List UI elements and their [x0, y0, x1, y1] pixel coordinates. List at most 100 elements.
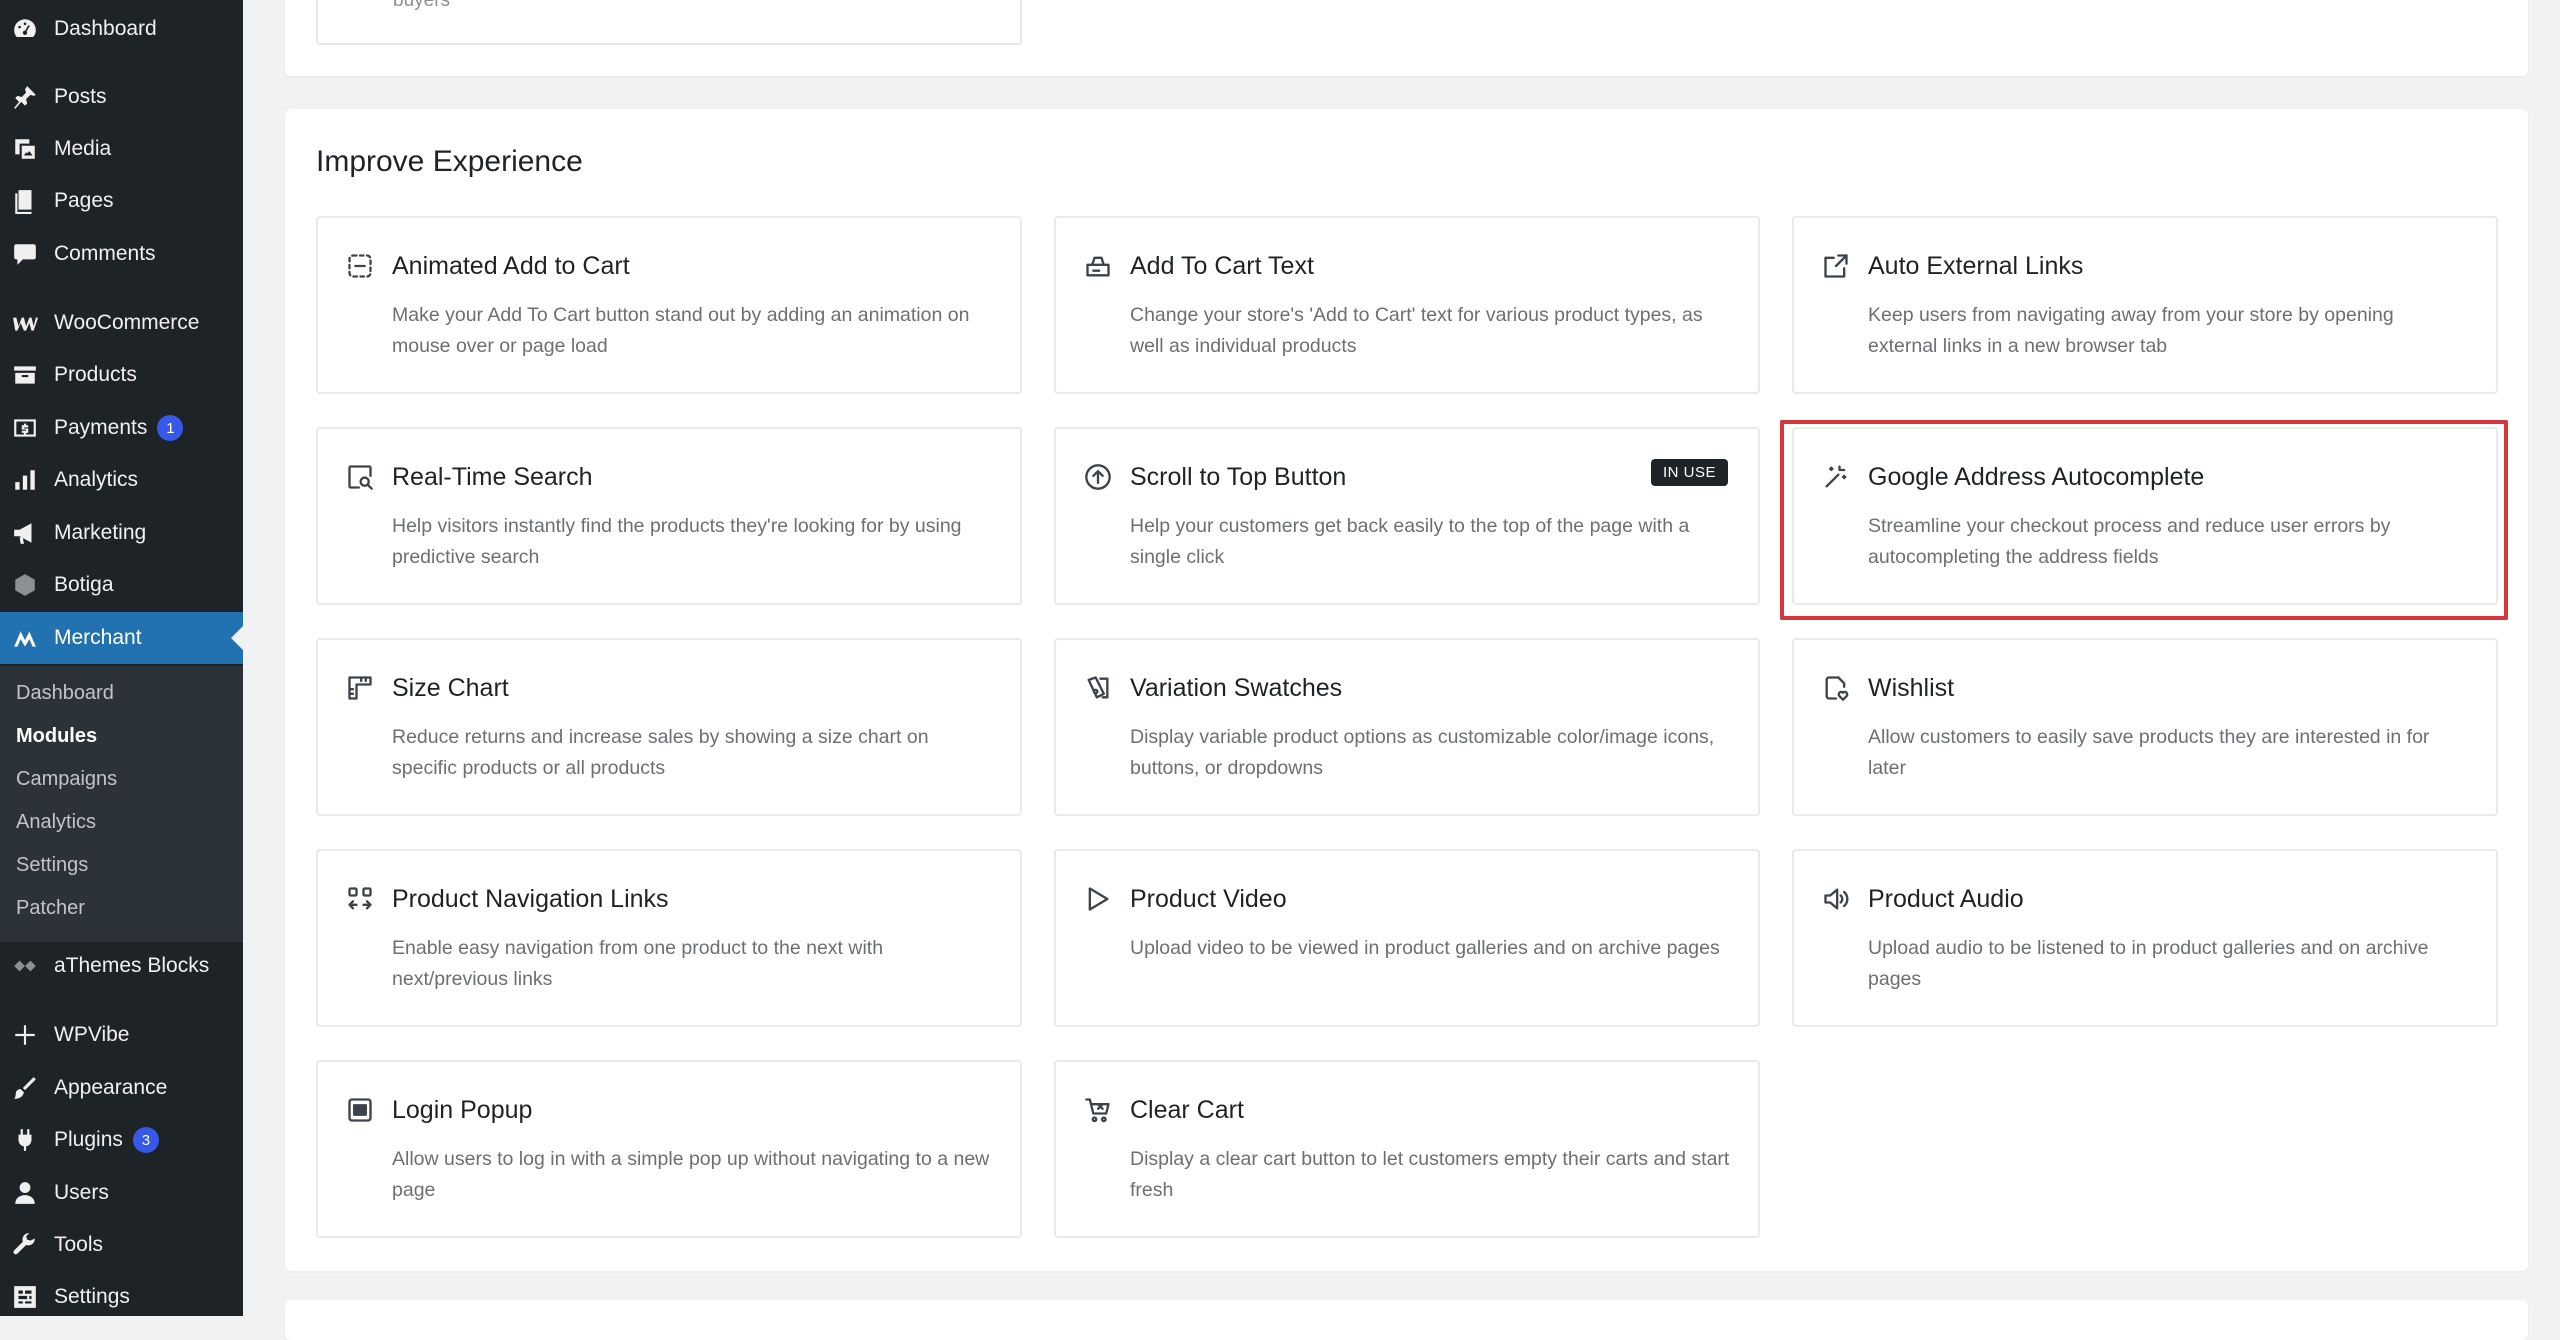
comments-icon [12, 241, 38, 267]
module-card-size-chart[interactable]: Size Chart Reduce returns and increase s… [316, 638, 1022, 816]
module-card-wishlist[interactable]: Wishlist Allow customers to easily save … [1792, 638, 2498, 816]
menu-analytics[interactable]: Analytics [0, 454, 243, 506]
card-description: Upload video to be viewed in product gal… [1130, 937, 1720, 959]
payments-icon [12, 415, 38, 441]
module-card-add-to-cart-text[interactable]: Add To Cart Text Change your store's 'Ad… [1054, 216, 1760, 394]
module-card-login-popup[interactable]: Login Popup Allow users to log in with a… [316, 1060, 1022, 1238]
menu-label: Dashboard [54, 17, 157, 40]
module-card-variation-swatches[interactable]: Variation Swatches Display variable prod… [1054, 638, 1760, 816]
menu-tools[interactable]: Tools [0, 1219, 243, 1271]
module-card-product-video[interactable]: Product Video Upload video to be viewed … [1054, 849, 1760, 1027]
update-count-badge: 3 [132, 1127, 159, 1153]
submenu-settings[interactable]: Settings [16, 854, 88, 877]
menu-dashboard[interactable]: Dashboard [0, 3, 243, 55]
menu-label: Plugins [54, 1128, 123, 1151]
card-title: Real-Time Search [392, 463, 593, 491]
card-description: buyers [393, 0, 451, 11]
submenu-campaigns[interactable]: Campaigns [16, 768, 117, 791]
card-description: Help visitors instantly find the product… [392, 515, 962, 568]
woocommerce-icon [12, 310, 38, 336]
menu-label: Payments [54, 416, 148, 439]
menu-pages[interactable]: Pages [0, 175, 243, 227]
users-icon [12, 1180, 38, 1206]
module-card-clear-cart[interactable]: Clear Cart Display a clear cart button t… [1054, 1060, 1760, 1238]
card-title: Variation Swatches [1130, 674, 1343, 702]
botiga-icon [12, 572, 38, 598]
menu-marketing[interactable]: Marketing [0, 507, 243, 559]
menu-label: Botiga [54, 573, 114, 596]
card-description: Enable easy navigation from one product … [392, 937, 884, 990]
arrow-up-circle-icon [1084, 463, 1112, 491]
media-icon [12, 136, 38, 162]
module-card[interactable]: buyers [316, 0, 1022, 45]
card-title: Clear Cart [1130, 1096, 1244, 1124]
megaphone-icon [12, 520, 38, 546]
menu-payments[interactable]: Payments 1 [0, 402, 243, 454]
menu-settings[interactable]: Settings [0, 1271, 243, 1323]
submenu-analytics[interactable]: Analytics [16, 811, 96, 834]
previous-section-panel: buyers [285, 0, 2528, 76]
module-card-scroll-to-top-button[interactable]: Scroll to Top Button Help your customers… [1054, 427, 1760, 605]
next-section-panel [285, 1300, 2528, 1340]
card-description: Allow users to log in with a simple pop … [392, 1148, 990, 1201]
card-title: Product Navigation Links [392, 885, 669, 913]
menu-appearance[interactable]: Appearance [0, 1062, 243, 1114]
improve-experience-panel: Improve Experience Animated Add to Cart … [285, 109, 2528, 1271]
module-card-product-audio[interactable]: Product Audio Upload audio to be listene… [1792, 849, 2498, 1027]
submenu-modules[interactable]: Modules [16, 725, 97, 748]
admin-sidebar: Dashboard Posts Media Pages Comments Woo… [0, 0, 243, 1316]
card-description: Make your Add To Cart button stand out b… [392, 304, 970, 357]
menu-users[interactable]: Users [0, 1167, 243, 1219]
card-title: Product Video [1130, 885, 1287, 913]
menu-label: aThemes Blocks [54, 954, 210, 977]
menu-label: WPVibe [54, 1023, 130, 1046]
wishlist-icon [1822, 674, 1850, 702]
menu-label: Analytics [54, 468, 139, 491]
submenu-patcher[interactable]: Patcher [16, 897, 85, 920]
menu-media[interactable]: Media [0, 123, 243, 175]
card-title: Size Chart [392, 674, 509, 702]
menu-label: Media [54, 137, 112, 160]
card-title: Login Popup [392, 1096, 533, 1124]
menu-botiga[interactable]: Botiga [0, 559, 243, 611]
menu-athemes-blocks[interactable]: aThemes Blocks [0, 940, 243, 992]
submenu-dashboard[interactable]: Dashboard [16, 682, 114, 705]
menu-comments[interactable]: Comments [0, 228, 243, 280]
card-description: Display a clear cart button to let custo… [1130, 1148, 1730, 1201]
login-popup-icon [346, 1096, 374, 1124]
card-title: Product Audio [1868, 885, 2024, 913]
menu-label: Posts [54, 85, 107, 108]
swatches-icon [1084, 674, 1112, 702]
settings-icon [12, 1284, 38, 1310]
play-icon [1084, 885, 1112, 913]
animated-cart-icon [346, 252, 374, 280]
menu-plugins[interactable]: Plugins 3 [0, 1114, 243, 1166]
ruler-icon [346, 674, 374, 702]
plug-icon [12, 1127, 38, 1153]
navigation-icon [346, 885, 374, 913]
module-card-product-navigation-links[interactable]: Product Navigation Links Enable easy nav… [316, 849, 1022, 1027]
speaker-icon [1822, 885, 1850, 913]
module-card-animated-add-to-cart[interactable]: Animated Add to Cart Make your Add To Ca… [316, 216, 1022, 394]
menu-label: Appearance [54, 1076, 168, 1099]
card-description: Display variable product options as cust… [1130, 726, 1715, 779]
menu-wpvibe[interactable]: WPVibe [0, 1009, 243, 1061]
card-title: Wishlist [1868, 674, 1955, 702]
module-card-real-time-search[interactable]: Real-Time Search Help visitors instantly… [316, 427, 1022, 605]
card-title: Animated Add to Cart [392, 252, 630, 280]
menu-label: Settings [54, 1285, 130, 1308]
external-link-icon [1822, 252, 1850, 280]
merchant-submenu: Dashboard Modules Campaigns Analytics Se… [0, 666, 243, 942]
menu-label: Comments [54, 242, 156, 265]
search-icon [346, 463, 374, 491]
card-description: Help your customers get back easily to t… [1130, 515, 1690, 568]
menu-label: WooCommerce [54, 311, 200, 334]
module-card-auto-external-links[interactable]: Auto External Links Keep users from navi… [1792, 216, 2498, 394]
menu-woocommerce[interactable]: WooCommerce [0, 297, 243, 349]
menu-products[interactable]: Products [0, 349, 243, 401]
update-count-badge: 1 [157, 415, 184, 441]
card-description: Upload audio to be listened to in produc… [1868, 937, 2429, 990]
menu-posts[interactable]: Posts [0, 71, 243, 123]
merchant-icon [12, 625, 38, 651]
menu-merchant[interactable]: Merchant [0, 612, 243, 664]
